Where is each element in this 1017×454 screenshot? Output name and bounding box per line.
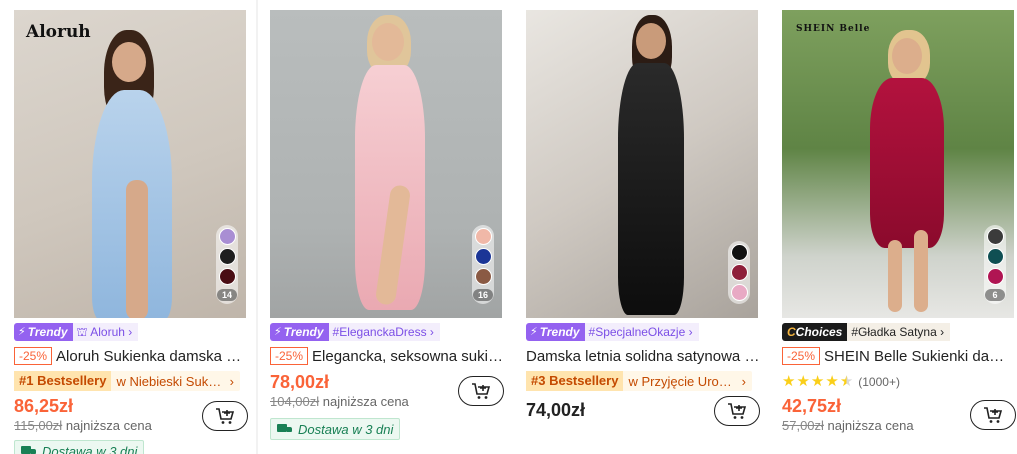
original-price: 104,00zł najniższa cena	[270, 394, 409, 409]
color-count: 16	[473, 289, 493, 301]
trendy-icon: ⚡	[530, 326, 538, 338]
star-half-icon: ★	[839, 373, 854, 390]
model-figure	[596, 15, 706, 315]
product-title-row[interactable]: -25% Elegancka, seksowna sukienka satyno…	[270, 345, 504, 367]
trendy-badge: ⚡ Trendy	[14, 323, 73, 341]
product-image[interactable]: Aloruh 14	[14, 10, 246, 318]
star-icon: ★	[782, 373, 796, 390]
trendy-icon: ⚡	[18, 326, 26, 338]
add-to-cart-button[interactable]	[458, 376, 504, 406]
shop-icon: ⛫	[76, 325, 91, 339]
bestseller-category: w Niebieski Sukienki	[116, 373, 224, 389]
product-card[interactable]: SHEIN Belle 6 CChoices #Gładka Satyna › …	[774, 0, 1017, 454]
star-icon: ★	[825, 373, 839, 390]
chevron-right-icon: ›	[741, 373, 746, 389]
original-price: 57,00zł najniższa cena	[782, 418, 914, 433]
trend-tag[interactable]: ⚡ Trendy #EleganckaDress ›	[270, 323, 440, 341]
product-card[interactable]: 16 ⚡ Trendy #EleganckaDress › -25% Elegan…	[262, 0, 508, 454]
bestseller-ribbon[interactable]: #1 Bestsellery w Niebieski Sukienki ›	[14, 371, 240, 391]
rating-count: (1000+)	[858, 374, 900, 389]
model-figure	[325, 15, 455, 315]
bestseller-ribbon[interactable]: #3 Bestsellery w Przyjęcie Urodzinowe ›	[526, 371, 752, 391]
chevron-right-icon: ›	[124, 325, 133, 339]
add-to-cart-icon	[216, 408, 235, 424]
price: 74,00zł	[526, 400, 586, 420]
color-swatch[interactable]	[730, 284, 748, 301]
product-title-row[interactable]: -25% SHEIN Belle Sukienki damskie satyno…	[782, 345, 1016, 367]
color-swatch[interactable]	[730, 244, 748, 261]
sale-price: 78,00zł	[270, 372, 330, 392]
color-swatches[interactable]	[728, 241, 750, 304]
rating-stars[interactable]: ★ ★ ★ ★ ★ (1000+)	[782, 374, 900, 389]
trend-tag-label: #Gładka Satyna ›	[847, 323, 951, 341]
product-title[interactable]: SHEIN Belle Sukienki damskie satynowe	[824, 348, 1016, 365]
product-image[interactable]: SHEIN Belle 6	[782, 10, 1014, 318]
model-figure	[74, 30, 194, 318]
discount-badge: -25%	[270, 347, 309, 365]
trend-tag[interactable]: ⚡ Trendy #SpecjalneOkazje ›	[526, 323, 699, 341]
color-swatches[interactable]: 6	[984, 225, 1006, 304]
product-image[interactable]: 16	[270, 10, 502, 318]
add-to-cart-button[interactable]	[202, 401, 248, 431]
bestseller-rank: #1 Bestsellery	[14, 371, 112, 391]
sale-price: 86,25zł	[14, 396, 74, 416]
color-swatch[interactable]	[986, 248, 1004, 265]
product-title-row[interactable]: Damska letnia solidna satynowa sukienka	[526, 345, 760, 367]
truck-icon	[21, 445, 37, 454]
add-to-cart-icon	[728, 403, 747, 419]
color-swatch[interactable]	[474, 268, 492, 285]
trendy-icon: ⚡	[274, 326, 282, 338]
shipping-badge: Dostawa w 3 dni	[14, 440, 145, 454]
color-count: 14	[217, 289, 237, 301]
star-icon: ★	[796, 373, 810, 390]
card-divider	[256, 0, 258, 454]
chevron-right-icon: ›	[685, 325, 693, 339]
discount-badge: -25%	[14, 347, 53, 365]
product-card[interactable]: Aloruh 14 ⚡ Trendy ⛫ Aloruh › -25% Aloruh…	[6, 0, 252, 454]
color-swatch[interactable]	[218, 268, 236, 285]
product-title-row[interactable]: -25% Aloruh Sukienka damska bez rękawów	[14, 345, 248, 367]
shipping-badge: Dostawa w 3 dni	[270, 418, 401, 440]
color-count: 6	[985, 289, 1005, 301]
trend-tag-label: #EleganckaDress ›	[328, 323, 440, 341]
choices-icon: C	[787, 325, 796, 339]
color-swatch[interactable]	[986, 228, 1004, 245]
chevron-right-icon: ›	[426, 325, 434, 339]
choices-badge: CChoices	[782, 323, 848, 341]
add-to-cart-button[interactable]	[970, 400, 1016, 430]
trendy-badge: ⚡ Trendy	[526, 323, 585, 341]
model-figure	[852, 30, 962, 315]
color-swatch[interactable]	[474, 228, 492, 245]
add-to-cart-icon	[472, 383, 491, 399]
bestseller-category: w Przyjęcie Urodzinowe	[628, 373, 736, 389]
star-icon: ★	[810, 373, 825, 390]
bestseller-rank: #3 Bestsellery	[526, 371, 624, 391]
sale-price: 42,75zł	[782, 396, 842, 416]
trend-tag[interactable]: CChoices #Gładka Satyna ›	[782, 323, 951, 341]
trend-tag-label: ⛫ Aloruh ›	[72, 323, 139, 341]
trend-tag[interactable]: ⚡ Trendy ⛫ Aloruh ›	[14, 323, 139, 341]
color-swatch[interactable]	[730, 264, 748, 281]
color-swatch[interactable]	[986, 268, 1004, 285]
trend-tag-label: #SpecjalneOkazje ›	[584, 323, 699, 341]
trendy-badge: ⚡ Trendy	[270, 323, 329, 341]
color-swatches[interactable]: 16	[472, 225, 494, 304]
product-title[interactable]: Damska letnia solidna satynowa sukienka	[526, 348, 760, 365]
discount-badge: -25%	[782, 347, 821, 365]
add-to-cart-button[interactable]	[714, 396, 760, 426]
original-price: 115,00zł najniższa cena	[14, 418, 152, 433]
chevron-right-icon: ›	[229, 373, 234, 389]
chevron-right-icon: ›	[936, 325, 945, 339]
product-title[interactable]: Elegancka, seksowna sukienka satynowa	[312, 348, 504, 365]
product-card[interactable]: ⚡ Trendy #SpecjalneOkazje › Damska letnia…	[518, 0, 764, 454]
add-to-cart-icon	[984, 407, 1003, 423]
product-image[interactable]	[526, 10, 758, 318]
color-swatch[interactable]	[218, 228, 236, 245]
product-title[interactable]: Aloruh Sukienka damska bez rękawów	[56, 348, 248, 365]
color-swatches[interactable]: 14	[216, 225, 238, 304]
color-swatch[interactable]	[474, 248, 492, 265]
truck-icon	[277, 423, 293, 435]
color-swatch[interactable]	[218, 248, 236, 265]
